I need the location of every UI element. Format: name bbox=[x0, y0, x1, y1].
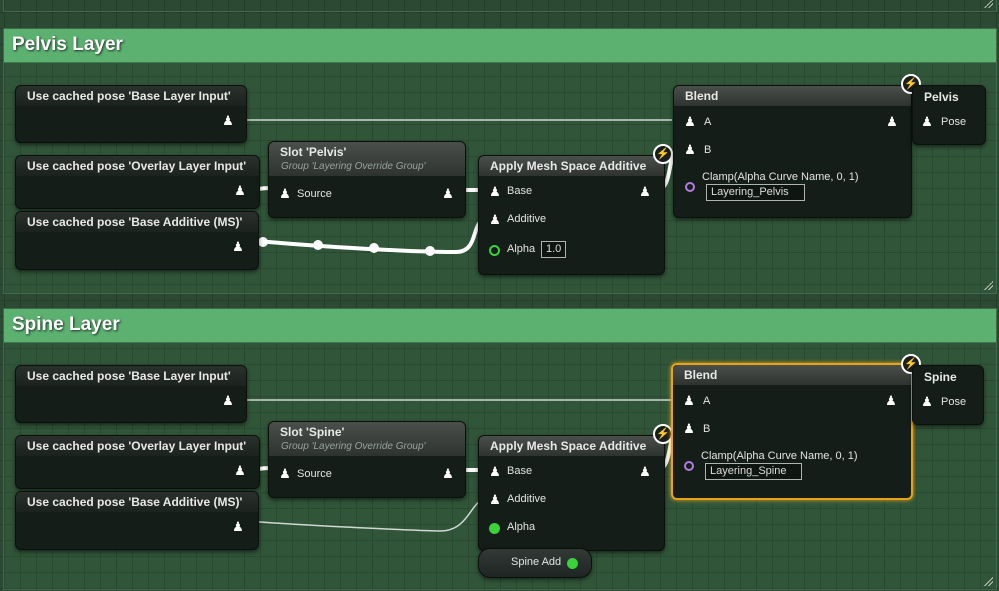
pose-person-icon[interactable]: ♟ bbox=[442, 467, 454, 481]
pose-person-icon[interactable]: ♟ bbox=[234, 184, 246, 198]
pose-person-icon[interactable]: ♟ bbox=[639, 185, 651, 199]
pose-person-icon[interactable]: ♟ bbox=[232, 240, 244, 254]
pin-a-label: A bbox=[703, 395, 711, 407]
node-title: Use cached pose 'Base Additive (MS)' bbox=[16, 492, 258, 512]
output-pose-spine-node[interactable]: Spine ♟ Pose bbox=[912, 365, 984, 425]
alpha-curve-name-input[interactable]: Layering_Spine bbox=[705, 463, 802, 480]
alpha-value-input[interactable]: 1.0 bbox=[541, 241, 567, 258]
pin-alpha-curve-label: Clamp(Alpha Curve Name, 0, 1) bbox=[701, 450, 858, 462]
pin-additive-label: Additive bbox=[507, 493, 547, 505]
slot-group: Group 'Layering Override Group' bbox=[281, 441, 426, 452]
spine-add-variable-node[interactable]: Spine Add bbox=[478, 548, 592, 578]
pose-person-icon[interactable]: ♟ bbox=[683, 422, 695, 436]
pin-pose-label: Pose bbox=[941, 396, 967, 408]
pin-alpha-label: Alpha bbox=[507, 243, 536, 255]
pose-person-icon[interactable]: ♟ bbox=[684, 143, 696, 157]
cached-pose-overlay-layer-node[interactable]: Use cached pose 'Overlay Layer Input' ♟ bbox=[15, 155, 260, 209]
pose-person-icon[interactable]: ♟ bbox=[442, 187, 454, 201]
alpha-pin-icon[interactable] bbox=[489, 523, 500, 534]
node-title: Use cached pose 'Overlay Layer Input' bbox=[16, 436, 259, 456]
pose-person-icon[interactable]: ♟ bbox=[684, 115, 696, 129]
pose-person-icon[interactable]: ♟ bbox=[279, 187, 291, 201]
pose-person-icon[interactable]: ♟ bbox=[683, 394, 695, 408]
pose-person-icon[interactable]: ♟ bbox=[222, 114, 234, 128]
pin-base-label: Base bbox=[507, 465, 533, 477]
pose-person-icon[interactable]: ♟ bbox=[279, 467, 291, 481]
blend-spine-node[interactable]: Blend ♟ A ♟ ♟ B Clamp(Alpha Curve Name, … bbox=[671, 363, 913, 500]
pose-person-icon[interactable]: ♟ bbox=[489, 493, 501, 507]
pose-person-icon[interactable]: ♟ bbox=[489, 185, 501, 199]
node-title: Pelvis bbox=[924, 90, 959, 104]
apply-mesh-space-additive-node[interactable]: Apply Mesh Space Additive ♟ Base ♟ ♟ Add… bbox=[478, 435, 665, 551]
slot-group: Group 'Layering Override Group' bbox=[281, 161, 426, 172]
pin-b-label: B bbox=[703, 423, 711, 435]
resize-grip-icon[interactable] bbox=[983, 576, 993, 586]
node-title: Use cached pose 'Base Layer Input' bbox=[16, 86, 246, 106]
pin-base-label: Base bbox=[507, 185, 533, 197]
pin-source-label: Source bbox=[297, 188, 332, 200]
slot-spine-node[interactable]: Slot 'Spine' Group 'Layering Override Gr… bbox=[268, 421, 466, 498]
pose-person-icon[interactable]: ♟ bbox=[921, 115, 933, 129]
cached-pose-overlay-layer-node[interactable]: Use cached pose 'Overlay Layer Input' ♟ bbox=[15, 435, 260, 489]
pose-person-icon[interactable]: ♟ bbox=[886, 115, 898, 129]
pose-person-icon[interactable]: ♟ bbox=[234, 464, 246, 478]
lightning-bolt-icon: ⚡ bbox=[653, 424, 673, 444]
comment-header[interactable]: Pelvis Layer bbox=[4, 29, 996, 63]
node-title: Use cached pose 'Base Layer Input' bbox=[16, 366, 246, 386]
slot-pelvis-node[interactable]: Slot 'Pelvis' Group 'Layering Override G… bbox=[268, 141, 466, 218]
node-title: Blend bbox=[673, 365, 911, 385]
resize-grip-icon[interactable] bbox=[983, 280, 993, 290]
alpha-curve-pin-icon[interactable] bbox=[684, 461, 694, 471]
alpha-pin-icon[interactable] bbox=[489, 245, 500, 256]
cached-pose-base-additive-node[interactable]: Use cached pose 'Base Additive (MS)' ♟ bbox=[15, 211, 259, 270]
cached-pose-base-additive-node[interactable]: Use cached pose 'Base Additive (MS)' ♟ bbox=[15, 491, 259, 550]
pin-alpha-label: Alpha bbox=[507, 521, 536, 533]
node-title: Apply Mesh Space Additive bbox=[479, 436, 664, 456]
alpha-curve-name-input[interactable]: Layering_Pelvis bbox=[706, 184, 805, 201]
lightning-bolt-icon: ⚡ bbox=[653, 144, 673, 164]
pin-a-label: A bbox=[704, 116, 712, 128]
cached-pose-base-layer-node[interactable]: Use cached pose 'Base Layer Input' ♟ bbox=[15, 85, 247, 143]
pose-person-icon[interactable]: ♟ bbox=[921, 395, 933, 409]
alpha-curve-pin-icon[interactable] bbox=[685, 182, 695, 192]
variable-label: Spine Add bbox=[511, 556, 562, 568]
pin-alpha-curve-label: Clamp(Alpha Curve Name, 0, 1) bbox=[702, 171, 859, 183]
node-title: Apply Mesh Space Additive bbox=[479, 156, 664, 176]
resize-grip-icon[interactable] bbox=[983, 0, 993, 8]
pose-person-icon[interactable]: ♟ bbox=[222, 394, 234, 408]
node-title: Use cached pose 'Base Additive (MS)' bbox=[16, 212, 258, 232]
cached-pose-base-layer-node[interactable]: Use cached pose 'Base Layer Input' ♟ bbox=[15, 365, 247, 423]
pin-additive-label: Additive bbox=[507, 213, 547, 225]
node-title: Spine bbox=[924, 370, 957, 384]
variable-output-pin-icon[interactable] bbox=[567, 558, 578, 569]
pose-person-icon[interactable]: ♟ bbox=[489, 465, 501, 479]
pose-person-icon[interactable]: ♟ bbox=[885, 394, 897, 408]
apply-mesh-space-additive-node[interactable]: Apply Mesh Space Additive ♟ Base ♟ ♟ Add… bbox=[478, 155, 665, 275]
pin-source-label: Source bbox=[297, 468, 332, 480]
pin-pose-label: Pose bbox=[941, 116, 967, 128]
prev-comment-edge bbox=[3, 0, 997, 12]
node-title: Blend bbox=[674, 86, 911, 106]
pose-person-icon[interactable]: ♟ bbox=[489, 213, 501, 227]
node-title: Use cached pose 'Overlay Layer Input' bbox=[16, 156, 259, 176]
output-pose-pelvis-node[interactable]: Pelvis ♟ Pose bbox=[912, 85, 986, 145]
comment-header[interactable]: Spine Layer bbox=[4, 309, 996, 343]
pose-person-icon[interactable]: ♟ bbox=[232, 520, 244, 534]
comment-title: Pelvis Layer bbox=[12, 34, 123, 55]
pin-b-label: B bbox=[704, 144, 712, 156]
comment-title: Spine Layer bbox=[12, 314, 120, 335]
pose-person-icon[interactable]: ♟ bbox=[639, 465, 651, 479]
blend-pelvis-node[interactable]: Blend ♟ A ♟ ♟ B Clamp(Alpha Curve Name, … bbox=[673, 85, 912, 218]
